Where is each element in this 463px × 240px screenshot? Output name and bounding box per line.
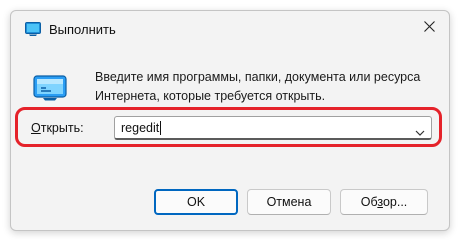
- browse-button-label: Обзор...: [361, 195, 408, 209]
- open-label: Открыть:: [31, 121, 84, 135]
- chevron-down-icon[interactable]: [415, 124, 425, 136]
- title-bar[interactable]: Выполнить: [11, 11, 449, 47]
- ok-button-label: OK: [186, 195, 206, 209]
- close-button[interactable]: [409, 11, 449, 45]
- open-label-rest: ткрыть:: [40, 121, 84, 135]
- text-caret: [160, 121, 161, 135]
- cancel-button[interactable]: Отмена: [247, 189, 331, 215]
- open-label-accelerator: О: [31, 121, 41, 135]
- description-line-2: Интернета, которые требуется открыть.: [95, 89, 326, 103]
- browse-button[interactable]: Обзор...: [340, 189, 428, 215]
- dialog-description: Введите имя программы, папки, документа …: [95, 68, 440, 106]
- close-icon: [423, 19, 435, 37]
- run-app-icon: [25, 21, 41, 37]
- open-combobox[interactable]: regedit: [114, 116, 432, 140]
- run-dialog-icon: [33, 73, 67, 101]
- browse-label-rest: ор...: [382, 195, 408, 209]
- description-line-1: Введите имя программы, папки, документа …: [95, 70, 421, 84]
- cancel-button-label: Отмена: [266, 195, 312, 209]
- browse-label-prefix: Об: [360, 195, 378, 209]
- run-dialog-window: Выполнить Введите имя программы, папки, …: [10, 10, 450, 231]
- ok-button[interactable]: OK: [154, 189, 238, 215]
- window-title: Выполнить: [49, 22, 116, 37]
- open-input[interactable]: regedit: [121, 119, 159, 137]
